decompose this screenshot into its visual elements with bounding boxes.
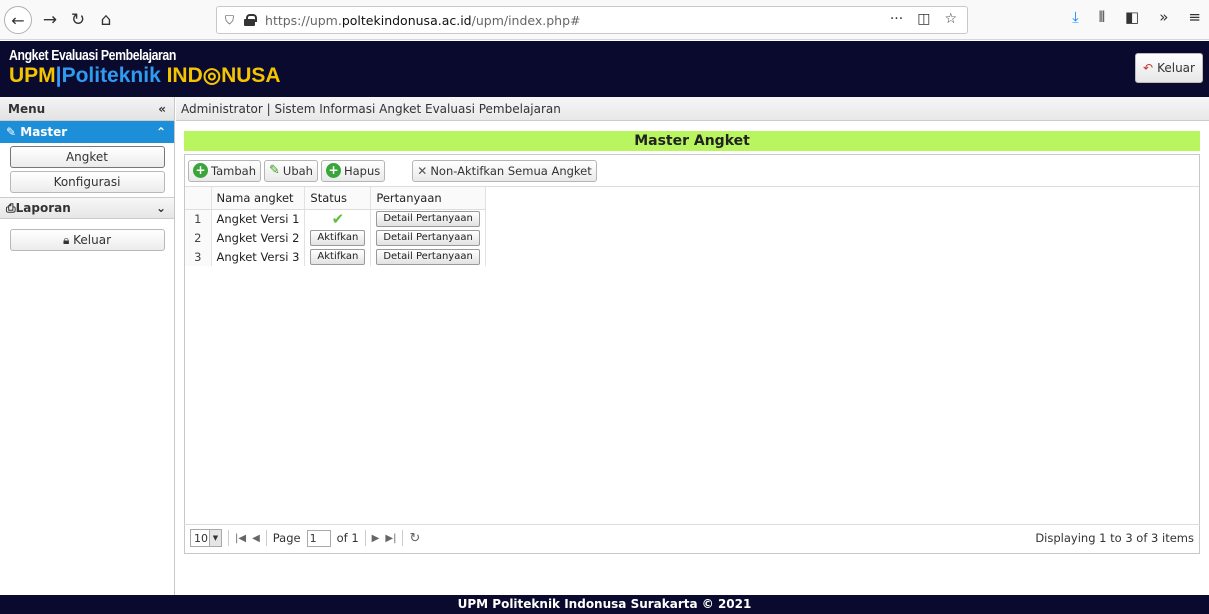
home-icon[interactable]: ⌂ <box>94 8 118 32</box>
table-row[interactable]: 3 Angket Versi 3 Aktifkan Detail Pertany… <box>185 247 486 266</box>
reply-arrow-icon: ↶ <box>1143 61 1154 75</box>
page-label: Page <box>272 531 301 545</box>
overflow-chevron-icon[interactable]: » <box>1159 8 1168 26</box>
sidebar-toggle-icon[interactable]: ◧ <box>1125 8 1139 26</box>
status-cell: Aktifkan <box>304 228 372 247</box>
detail-pertanyaan-button[interactable]: Detail Pertanyaan <box>376 211 480 228</box>
edit-button[interactable]: ✎ Ubah <box>264 159 318 182</box>
breadcrumb: Administrator | Sistem Informasi Angket … <box>176 97 1209 121</box>
pertanyaan-cell: Detail Pertanyaan <box>370 247 486 266</box>
pencil-icon: ✎ <box>269 163 280 178</box>
address-bar[interactable]: ⛉ https://upm.poltekindonusa.ac.id/upm/i… <box>216 6 968 34</box>
column-header-nama[interactable]: Nama angket <box>211 187 306 210</box>
sidebar-section-laporan[interactable]: ⎙Laporan ⌄ <box>0 197 174 219</box>
pertanyaan-cell: Detail Pertanyaan <box>370 209 486 228</box>
page-size-select[interactable]: 10 ▼ <box>190 529 222 547</box>
datagrid-panel: + Tambah ✎ Ubah + Hapus ✕ Non-Aktifkan S… <box>184 154 1200 554</box>
prev-page-icon[interactable]: ◀ <box>252 533 260 544</box>
angket-name: Angket Versi 3 <box>211 247 306 266</box>
printer-icon: ⎙ <box>6 200 16 215</box>
row-number-header <box>185 187 212 210</box>
lock-icon[interactable] <box>244 14 258 26</box>
pagination-bar: 10 ▼ |◀ ◀ Page 1 of 1 ▶ ▶| ↻ Displaying 1… <box>184 524 1200 551</box>
angket-name: Angket Versi 1 <box>211 209 306 228</box>
delete-button[interactable]: + Hapus <box>320 159 386 182</box>
sidebar-logout-button[interactable]: 🔒︎ Keluar <box>9 229 165 251</box>
back-arrow-icon[interactable]: ← <box>4 6 32 34</box>
forward-arrow-icon[interactable]: → <box>38 8 62 32</box>
divider <box>228 530 229 546</box>
lock-icon: 🔒︎ <box>62 233 70 247</box>
row-number: 2 <box>185 228 212 247</box>
sidebar-item-konfigurasi[interactable]: Konfigurasi <box>9 171 165 193</box>
row-number: 3 <box>185 247 212 266</box>
column-header-status[interactable]: Status <box>304 187 372 210</box>
table-row[interactable]: 1 Angket Versi 1 ✔ Detail Pertanyaan <box>185 209 486 228</box>
deactivate-all-button[interactable]: ✕ Non-Aktifkan Semua Angket <box>412 159 597 182</box>
app-header: Angket Evaluasi Pembelajaran UPM|Politek… <box>0 41 1209 97</box>
divider <box>265 530 267 546</box>
footer: UPM Politeknik Indonusa Surakarta © 2021 <box>0 595 1209 614</box>
download-icon[interactable]: ⤓ <box>1072 8 1079 26</box>
close-x-icon: ✕ <box>417 163 428 178</box>
page-number-input[interactable]: 1 <box>306 529 331 547</box>
next-page-icon[interactable]: ▶ <box>372 533 380 544</box>
pencil-icon: ✎ <box>6 125 17 139</box>
status-cell: ✔ <box>304 209 372 228</box>
activate-button[interactable]: Aktifkan <box>310 249 366 265</box>
sidebar-menu-header: Menu « <box>0 97 174 121</box>
row-number: 1 <box>185 209 212 228</box>
add-plus-icon: + <box>193 163 208 178</box>
refresh-icon[interactable]: ↻ <box>409 531 420 546</box>
activate-button[interactable]: Aktifkan <box>310 230 366 246</box>
table-row[interactable]: 2 Angket Versi 2 Aktifkan Detail Pertany… <box>185 228 486 247</box>
app-logo-title: UPM|Politeknik IND◎NUSA <box>9 64 281 87</box>
divider <box>364 530 366 546</box>
page-total-label: of 1 <box>336 531 359 545</box>
expand-down-icon[interactable]: ⌄ <box>156 201 166 215</box>
hamburger-menu-icon[interactable]: ≡ <box>1188 8 1201 26</box>
collapse-left-icon[interactable]: « <box>158 102 166 116</box>
library-icon[interactable]: ⫴ <box>1099 8 1105 26</box>
status-cell: Aktifkan <box>304 247 372 266</box>
display-count-text: Displaying 1 to 3 of 3 items <box>1035 531 1194 545</box>
page-title: Master Angket <box>184 131 1200 151</box>
sidebar: Menu « ✎ Master ⌃ Angket Konfigurasi ⎙La… <box>0 97 175 595</box>
tracking-shield-icon[interactable]: ⛉ <box>225 13 234 28</box>
angket-table: Nama angket Status Pertanyaan 1 Angket V… <box>185 187 486 266</box>
detail-pertanyaan-button[interactable]: Detail Pertanyaan <box>376 230 480 246</box>
url-text[interactable]: https://upm.poltekindonusa.ac.id/upm/ind… <box>265 13 581 28</box>
first-page-icon[interactable]: |◀ <box>235 533 246 544</box>
sidebar-section-master[interactable]: ✎ Master ⌃ <box>0 121 174 143</box>
add-button[interactable]: + Tambah <box>188 159 262 182</box>
collapse-up-icon[interactable]: ⌃ <box>156 125 166 139</box>
header-logout-button[interactable]: ↶ Keluar <box>1135 53 1203 83</box>
sidebar-item-angket[interactable]: Angket <box>9 146 165 168</box>
app-subtitle: Angket Evaluasi Pembelajaran <box>9 47 176 64</box>
angket-name: Angket Versi 2 <box>211 228 306 247</box>
bookmark-star-icon[interactable]: ☆ <box>944 11 957 27</box>
remove-icon: + <box>325 163 341 178</box>
detail-pertanyaan-button[interactable]: Detail Pertanyaan <box>376 249 480 265</box>
checkmark-icon: ✔ <box>331 209 345 228</box>
table-header-row: Nama angket Status Pertanyaan <box>185 187 486 210</box>
pocket-icon[interactable]: ◫ <box>917 11 930 27</box>
page-actions-icon[interactable]: ··· <box>890 11 903 27</box>
browser-toolbar: ← → ↻ ⌂ ⛉ https://upm.poltekindonusa.ac.… <box>0 0 1209 40</box>
pertanyaan-cell: Detail Pertanyaan <box>370 228 486 247</box>
grid-toolbar: + Tambah ✎ Ubah + Hapus ✕ Non-Aktifkan S… <box>185 155 1199 187</box>
dropdown-arrow-icon: ▼ <box>209 530 221 546</box>
reload-icon[interactable]: ↻ <box>66 8 90 32</box>
last-page-icon[interactable]: ▶| <box>385 533 396 544</box>
divider <box>402 530 404 546</box>
column-header-pertanyaan[interactable]: Pertanyaan <box>370 187 486 210</box>
